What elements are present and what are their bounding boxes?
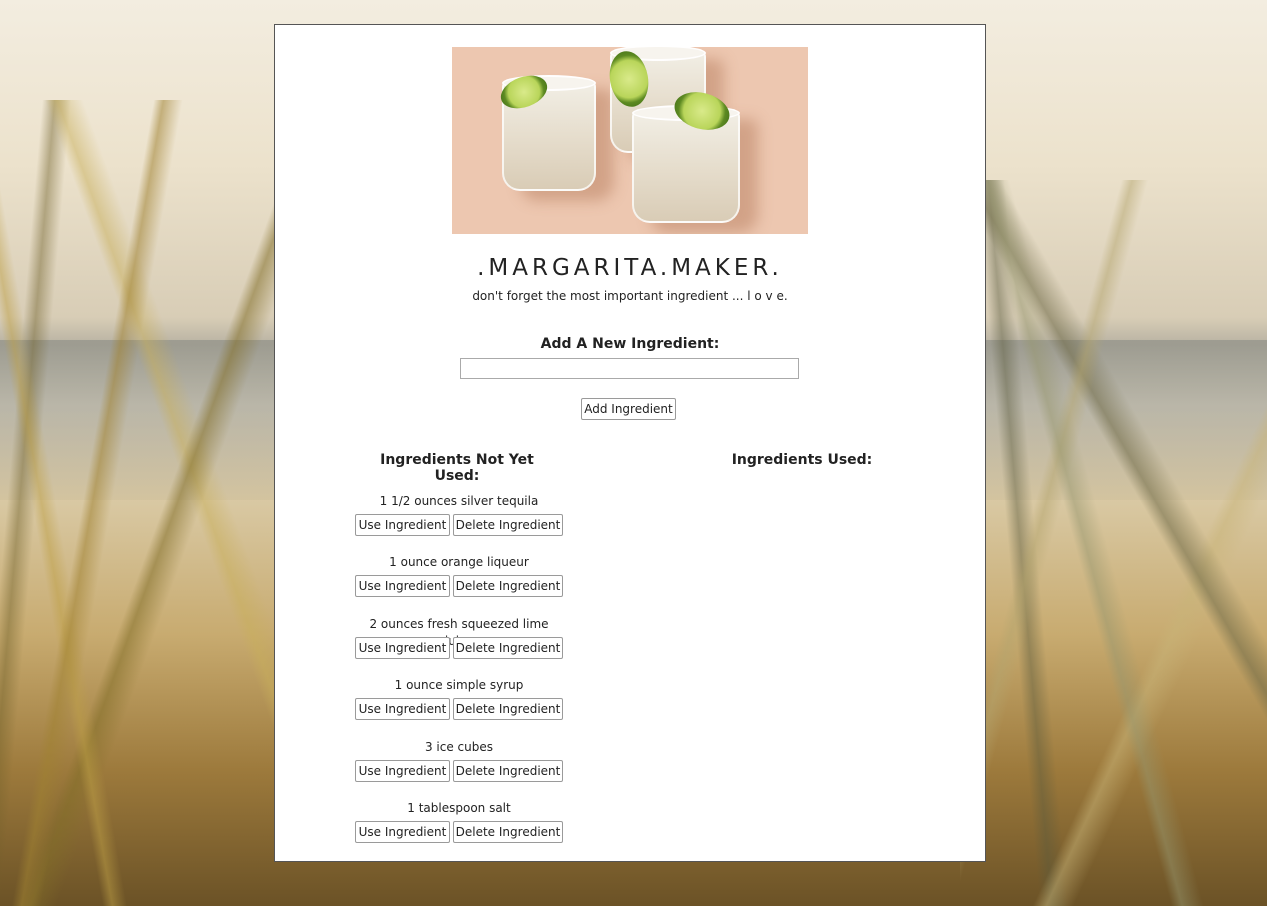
ingredient-item: 1 ounce simple syrup Use Ingredient Dele…	[354, 677, 564, 720]
app-tagline: don't forget the most important ingredie…	[472, 289, 788, 303]
add-ingredient-button[interactable]: Add Ingredient	[581, 398, 676, 420]
ingredient-name: 1 tablespoon salt	[407, 801, 511, 815]
ingredient-item: 1 tablespoon salt Use Ingredient Delete …	[354, 800, 564, 843]
ingredient-name: 1 ounce orange liqueur	[389, 555, 529, 569]
use-ingredient-button[interactable]: Use Ingredient	[355, 698, 450, 720]
ingredient-item: 1 ounce orange liqueur Use Ingredient De…	[354, 554, 564, 597]
ingredient-name: 2 ounces fresh squeezed lime juice	[369, 617, 549, 648]
ingredient-actions: Use Ingredient Delete Ingredient	[354, 514, 564, 536]
delete-ingredient-button[interactable]: Delete Ingredient	[453, 760, 563, 782]
not-used-heading: Ingredients Not Yet Used:	[380, 452, 534, 484]
delete-ingredient-button[interactable]: Delete Ingredient	[453, 637, 563, 659]
ingredient-actions: Use Ingredient Delete Ingredient	[354, 575, 564, 597]
ingredient-item: 3 ice cubes Use Ingredient Delete Ingred…	[354, 739, 564, 782]
ingredient-name: 1 1/2 ounces silver tequila	[379, 494, 539, 508]
use-ingredient-button[interactable]: Use Ingredient	[355, 514, 450, 536]
ingredient-item: 2 ounces fresh squeezed lime juice Use I…	[354, 616, 564, 659]
ingredient-name: 3 ice cubes	[424, 740, 494, 754]
app-title: .MARGARITA.MAKER.	[477, 255, 783, 281]
delete-ingredient-button[interactable]: Delete Ingredient	[453, 514, 563, 536]
ingredient-actions: Use Ingredient Delete Ingredient	[354, 698, 564, 720]
ingredient-actions: Use Ingredient Delete Ingredient	[354, 760, 564, 782]
ingredient-actions: Use Ingredient Delete Ingredient	[354, 637, 564, 659]
ingredient-name: 1 ounce simple syrup	[394, 678, 524, 692]
use-ingredient-button[interactable]: Use Ingredient	[355, 760, 450, 782]
use-ingredient-button[interactable]: Use Ingredient	[355, 821, 450, 843]
delete-ingredient-button[interactable]: Delete Ingredient	[453, 821, 563, 843]
background-grass-right	[960, 180, 1267, 906]
background-grass-left	[0, 100, 300, 906]
margarita-hero-image	[452, 47, 808, 234]
new-ingredient-input[interactable]	[460, 358, 799, 379]
ingredient-actions: Use Ingredient Delete Ingredient	[354, 821, 564, 843]
use-ingredient-button[interactable]: Use Ingredient	[355, 575, 450, 597]
main-panel: .MARGARITA.MAKER. don't forget the most …	[274, 24, 986, 862]
add-ingredient-label: Add A New Ingredient:	[540, 336, 720, 352]
delete-ingredient-button[interactable]: Delete Ingredient	[453, 698, 563, 720]
delete-ingredient-button[interactable]: Delete Ingredient	[453, 575, 563, 597]
glass-front	[632, 105, 740, 223]
use-ingredient-button[interactable]: Use Ingredient	[355, 637, 450, 659]
used-heading: Ingredients Used:	[731, 452, 873, 468]
ingredient-item: 1 1/2 ounces silver tequila Use Ingredie…	[354, 493, 564, 536]
